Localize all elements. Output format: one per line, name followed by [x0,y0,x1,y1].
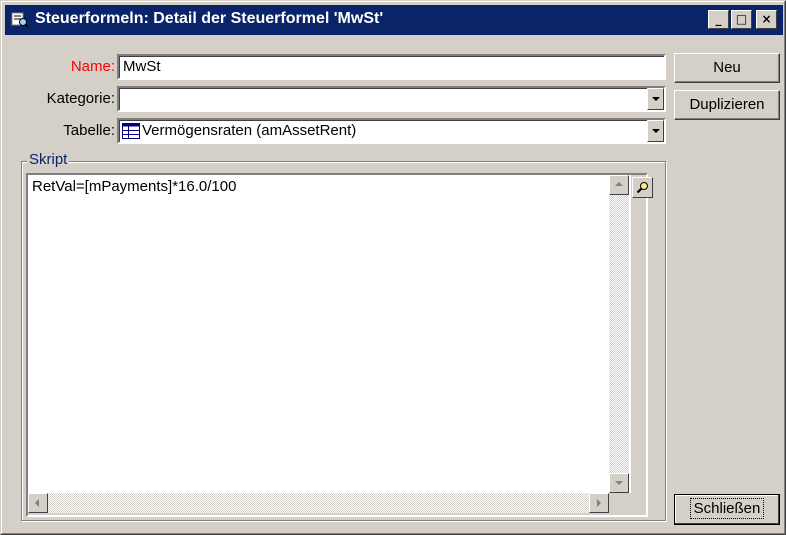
tabelle-label: Tabelle: [63,122,115,139]
form-magnifier-icon [11,12,29,28]
scrollbar-corner [609,493,629,513]
tabelle-dropdown[interactable]: Vermögensraten (amAssetRent) [117,118,666,144]
magnifier-icon [636,182,648,194]
horizontal-scrollbar[interactable] [28,493,609,513]
schliessen-label: Schließen [689,498,765,519]
duplizieren-label: Duplizieren [689,96,765,113]
name-value: MwSt [123,58,161,75]
script-group-label: Skript [27,151,70,168]
window-title: Steuerformeln: Detail der Steuerformel '… [35,10,384,27]
table-icon [122,123,140,139]
scroll-right-icon[interactable] [589,493,609,513]
name-label: Name: [70,58,115,75]
tabelle-value: Vermögensraten (amAssetRent) [142,122,357,139]
script-code: RetVal=[mPayments]*16.0/100 [32,178,237,195]
neu-label: Neu [713,59,741,76]
chevron-down-icon[interactable] [647,88,664,110]
minimize-icon: _ [715,12,722,26]
title-bar[interactable]: Steuerformeln: Detail der Steuerformel '… [5,5,783,35]
name-field[interactable]: MwSt [117,54,666,80]
maximize-button[interactable]: □ [731,10,752,29]
neu-button[interactable]: Neu [674,53,780,83]
kategorie-dropdown[interactable] [117,86,666,112]
schliessen-button[interactable]: Schließen [674,494,780,525]
script-editor[interactable]: RetVal=[mPayments]*16.0/100 [28,175,631,493]
kategorie-label: Kategorie: [46,90,115,107]
minimize-button[interactable]: _ [708,10,729,29]
scroll-up-icon[interactable] [609,175,629,195]
dialog-window: Steuerformeln: Detail der Steuerformel '… [0,0,786,535]
close-button[interactable]: × [756,10,777,29]
maximize-icon: □ [735,12,748,26]
duplizieren-button[interactable]: Duplizieren [674,90,780,120]
scroll-down-icon[interactable] [609,473,629,493]
chevron-down-icon[interactable] [647,120,664,142]
vertical-scrollbar[interactable] [609,175,629,493]
zoom-button[interactable] [632,177,653,198]
close-icon: × [761,12,772,26]
scroll-left-icon[interactable] [28,493,48,513]
